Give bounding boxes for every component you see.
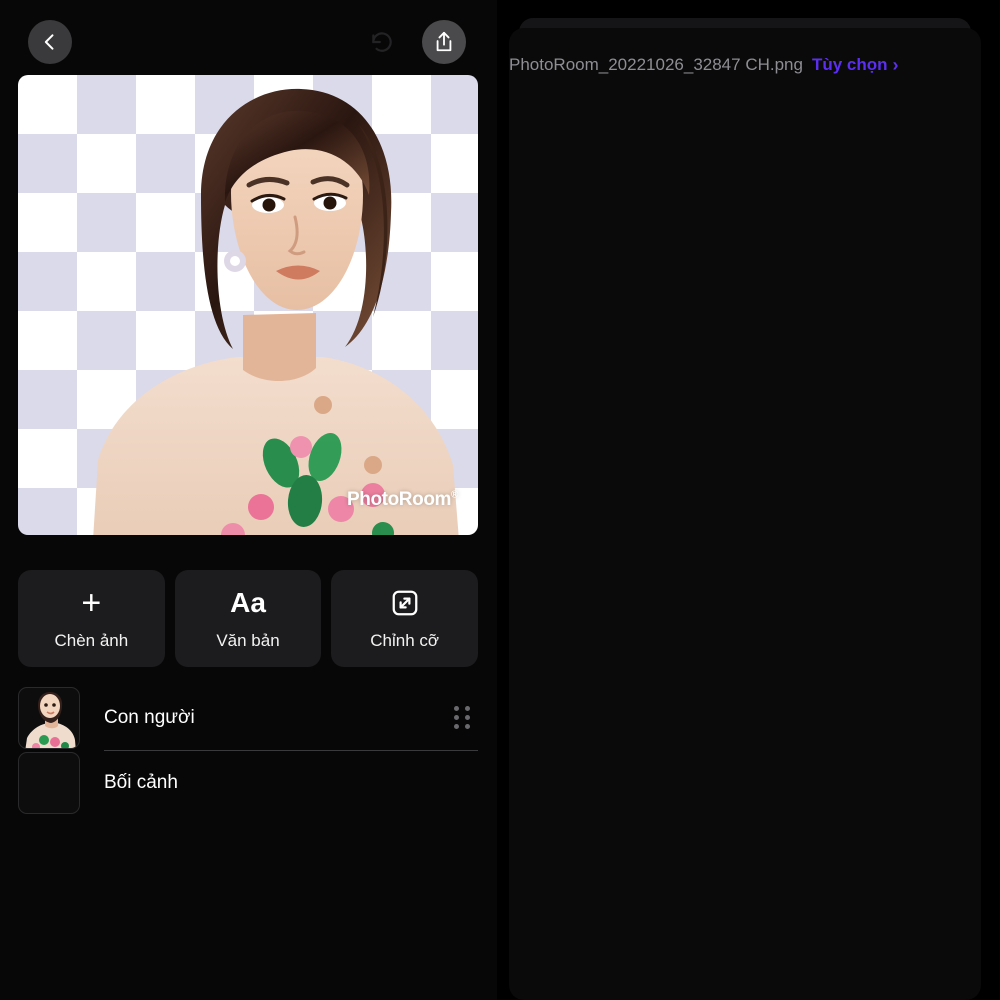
layer-list: Con người Bối cảnh — [18, 685, 478, 815]
share-button[interactable] — [422, 20, 466, 64]
subject-photo — [93, 88, 459, 535]
panel-divider — [497, 0, 505, 1000]
tool-resize-label: Chỉnh cỡ — [370, 630, 440, 650]
editor-canvas[interactable]: PhotoRoom® — [18, 75, 478, 535]
layer-thumbnail[interactable] — [18, 686, 80, 749]
tool-text[interactable]: Aa Văn bản — [174, 570, 322, 667]
options-link[interactable]: Tùy chọn › — [812, 55, 899, 76]
editor-panel: PhotoRoom® + Chèn ảnh Aa Văn bản Chỉnh c… — [0, 0, 497, 1000]
tool-insert-image[interactable]: + Chèn ảnh — [18, 570, 165, 667]
file-info-row: PhotoRoom_20221026_32847 CH.png Tùy chọn… — [509, 50, 979, 80]
layer-row-person[interactable]: Con người — [18, 685, 478, 751]
back-button[interactable] — [28, 20, 72, 64]
chevron-left-icon — [44, 34, 54, 50]
editor-tools: + Chèn ảnh Aa Văn bản Chỉnh cỡ — [18, 570, 479, 667]
options-label: Tùy chọn — [811, 55, 888, 74]
share-sheet — [509, 28, 981, 1000]
text-aa-icon: Aa — [230, 586, 266, 618]
file-name: PhotoRoom_20221026_32847 CH.png — [509, 55, 803, 74]
tool-text-label: Văn bản — [216, 630, 280, 650]
undo-button[interactable] — [360, 20, 404, 64]
drag-handle-icon[interactable] — [454, 706, 470, 729]
chevron-right-icon: › — [892, 54, 899, 75]
layer-row-background[interactable]: Bối cảnh — [18, 750, 478, 815]
tool-insert-image-label: Chèn ảnh — [54, 630, 129, 650]
plus-icon: + — [81, 583, 102, 622]
editor-topbar — [0, 0, 497, 70]
layer-name-background: Bối cảnh — [104, 771, 178, 793]
undo-icon — [372, 32, 392, 52]
share-upload-icon — [436, 31, 452, 52]
layer-thumbnail-empty[interactable] — [18, 751, 80, 814]
watermark: PhotoRoom® — [346, 489, 458, 510]
layer-thumbnail-image — [25, 691, 76, 748]
resize-icon — [390, 587, 420, 619]
tool-resize[interactable]: Chỉnh cỡ — [331, 570, 479, 667]
share-sheet-panel: PhotoRoom_20221026_32847 CH.png Tùy chọn… — [497, 0, 992, 1000]
layer-name-person: Con người — [104, 706, 195, 728]
app-screen: PhotoRoom® + Chèn ảnh Aa Văn bản Chỉnh c… — [0, 0, 1000, 1000]
